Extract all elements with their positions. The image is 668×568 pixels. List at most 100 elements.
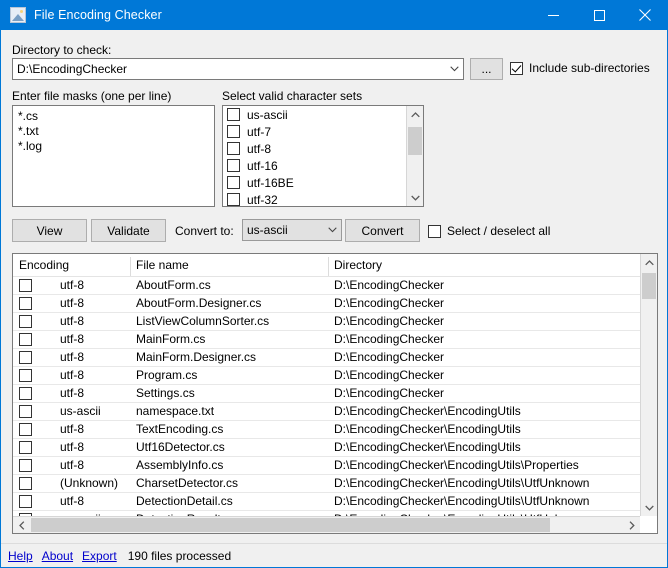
status-bar: Help About Export 190 files processed bbox=[1, 543, 667, 567]
maximize-button[interactable] bbox=[576, 0, 622, 30]
browse-button[interactable]: ... bbox=[470, 58, 503, 80]
cell-encoding: utf-8 bbox=[60, 440, 85, 454]
cell-directory: D:\EncodingChecker bbox=[334, 368, 445, 382]
checkbox-box[interactable] bbox=[227, 142, 240, 155]
table-row[interactable]: utf-8 Program.cs D:\EncodingChecker bbox=[13, 367, 640, 385]
scroll-up-icon[interactable] bbox=[407, 106, 423, 123]
charset-label: utf-32 bbox=[247, 192, 278, 207]
table-row[interactable]: utf-8 Utf16Detector.cs D:\EncodingChecker\… bbox=[13, 439, 640, 457]
table-row[interactable]: utf-8 TextEncoding.cs D:\EncodingChecker\E… bbox=[13, 421, 640, 439]
charsets-listbox[interactable]: us-ascii utf-7 utf-8 utf-16 utf-16BE utf… bbox=[222, 105, 424, 207]
validate-button[interactable]: Validate bbox=[91, 219, 166, 242]
table-row[interactable]: utf-8 MainForm.Designer.cs D:\EncodingChec… bbox=[13, 349, 640, 367]
column-header-encoding[interactable]: Encoding bbox=[13, 254, 130, 276]
table-row[interactable]: utf-8 AboutForm.Designer.cs D:\EncodingChe… bbox=[13, 295, 640, 313]
cell-encoding: utf-8 bbox=[60, 332, 85, 346]
row-checkbox[interactable] bbox=[19, 405, 32, 418]
row-checkbox[interactable] bbox=[19, 441, 32, 454]
chevron-down-icon[interactable] bbox=[446, 59, 463, 79]
cell-encoding: utf-8 bbox=[60, 386, 85, 400]
table-row[interactable]: utf-8 Settings.cs D:\EncodingChecker bbox=[13, 385, 640, 403]
scroll-up-icon[interactable] bbox=[641, 254, 657, 271]
charset-label: utf-7 bbox=[247, 124, 272, 139]
charset-item[interactable]: utf-7 bbox=[223, 123, 406, 140]
select-deselect-all-checkbox[interactable]: Select / deselect all bbox=[428, 224, 550, 238]
row-checkbox[interactable] bbox=[19, 333, 32, 346]
results-vertical-scrollbar[interactable] bbox=[640, 254, 657, 516]
checkbox-box[interactable] bbox=[227, 176, 240, 189]
column-header-directory[interactable]: Directory bbox=[328, 254, 640, 276]
chevron-down-icon[interactable] bbox=[324, 220, 341, 240]
table-row[interactable]: utf-8 AboutForm.cs D:\EncodingChecker bbox=[13, 277, 640, 295]
results-listview[interactable]: Encoding File name Directory utf-8 AboutF… bbox=[12, 253, 658, 534]
cell-encoding: utf-8 bbox=[60, 458, 85, 472]
scrollbar-thumb[interactable] bbox=[642, 273, 656, 299]
checkbox-box[interactable] bbox=[428, 224, 441, 238]
file-masks-value: *.cs *.txt *.log bbox=[18, 109, 43, 153]
convert-to-combo[interactable]: us-ascii bbox=[242, 219, 342, 241]
directory-combo[interactable]: D:\EncodingChecker bbox=[12, 58, 464, 80]
table-row[interactable]: utf-8 DetectionDetail.cs D:\EncodingChecke… bbox=[13, 493, 640, 511]
row-checkbox[interactable] bbox=[19, 495, 32, 508]
cell-filename: DetectionDetail.cs bbox=[136, 494, 233, 508]
title-bar: File Encoding Checker bbox=[1, 0, 667, 30]
include-subdirs-label: Include sub-directories bbox=[529, 61, 650, 75]
row-checkbox[interactable] bbox=[19, 459, 32, 472]
charset-label: us-ascii bbox=[247, 107, 288, 122]
row-checkbox[interactable] bbox=[19, 279, 32, 292]
checkbox-box[interactable] bbox=[227, 125, 240, 138]
row-checkbox[interactable] bbox=[19, 477, 32, 490]
checkbox-box[interactable] bbox=[227, 193, 240, 206]
about-link[interactable]: About bbox=[42, 549, 73, 563]
directory-value: D:\EncodingChecker bbox=[17, 62, 128, 76]
charset-item[interactable]: utf-32 bbox=[223, 191, 406, 206]
window-title: File Encoding Checker bbox=[34, 8, 162, 22]
checkbox-box[interactable] bbox=[227, 159, 240, 172]
results-horizontal-scrollbar[interactable] bbox=[13, 516, 640, 533]
cell-directory: D:\EncodingChecker bbox=[334, 350, 445, 364]
scroll-down-icon[interactable] bbox=[641, 499, 657, 516]
row-checkbox[interactable] bbox=[19, 315, 32, 328]
picture-icon bbox=[10, 7, 26, 23]
table-row[interactable]: utf-8 MainForm.cs D:\EncodingChecker bbox=[13, 331, 640, 349]
checkbox-box[interactable] bbox=[227, 108, 240, 121]
checkbox-box[interactable] bbox=[510, 61, 523, 75]
row-checkbox[interactable] bbox=[19, 369, 32, 382]
charsets-scrollbar[interactable] bbox=[406, 106, 423, 206]
export-link[interactable]: Export bbox=[82, 549, 117, 563]
scrollbar-thumb[interactable] bbox=[408, 127, 422, 155]
file-masks-input[interactable]: *.cs *.txt *.log bbox=[12, 105, 215, 207]
column-header-filename[interactable]: File name bbox=[130, 254, 328, 276]
scrollbar-thumb[interactable] bbox=[31, 518, 550, 532]
table-row[interactable]: us-ascii namespace.txt D:\EncodingChecker\… bbox=[13, 403, 640, 421]
include-subdirs-checkbox[interactable]: Include sub-directories bbox=[510, 61, 650, 75]
scroll-right-icon[interactable] bbox=[623, 517, 640, 533]
row-checkbox[interactable] bbox=[19, 351, 32, 364]
scroll-down-icon[interactable] bbox=[407, 189, 423, 206]
charset-item[interactable]: utf-16BE bbox=[223, 174, 406, 191]
scroll-left-icon[interactable] bbox=[13, 517, 30, 533]
help-link[interactable]: Help bbox=[8, 549, 33, 563]
minimize-button[interactable] bbox=[530, 0, 576, 30]
row-checkbox[interactable] bbox=[19, 297, 32, 310]
cell-filename: Settings.cs bbox=[136, 386, 195, 400]
cell-directory: D:\EncodingChecker\EncodingUtils bbox=[334, 422, 521, 436]
cell-filename: AboutForm.Designer.cs bbox=[136, 296, 262, 310]
cell-directory: D:\EncodingChecker bbox=[334, 386, 445, 400]
row-checkbox[interactable] bbox=[19, 423, 32, 436]
table-row[interactable]: utf-8 AssemblyInfo.cs D:\EncodingChecker\E… bbox=[13, 457, 640, 475]
cell-filename: Program.cs bbox=[136, 368, 198, 382]
cell-filename: AboutForm.cs bbox=[136, 278, 211, 292]
charset-item[interactable]: utf-16 bbox=[223, 157, 406, 174]
convert-button[interactable]: Convert bbox=[345, 219, 420, 242]
cell-filename: CharsetDetector.cs bbox=[136, 476, 239, 490]
cell-filename: TextEncoding.cs bbox=[136, 422, 224, 436]
table-row[interactable]: utf-8 ListViewColumnSorter.cs D:\EncodingC… bbox=[13, 313, 640, 331]
cell-encoding: (Unknown) bbox=[60, 476, 119, 490]
charset-item[interactable]: us-ascii bbox=[223, 106, 406, 123]
table-row[interactable]: (Unknown) CharsetDetector.cs D:\EncodingCh… bbox=[13, 475, 640, 493]
view-button[interactable]: View bbox=[12, 219, 87, 242]
charset-item[interactable]: utf-8 bbox=[223, 140, 406, 157]
close-button[interactable] bbox=[622, 0, 667, 30]
row-checkbox[interactable] bbox=[19, 387, 32, 400]
